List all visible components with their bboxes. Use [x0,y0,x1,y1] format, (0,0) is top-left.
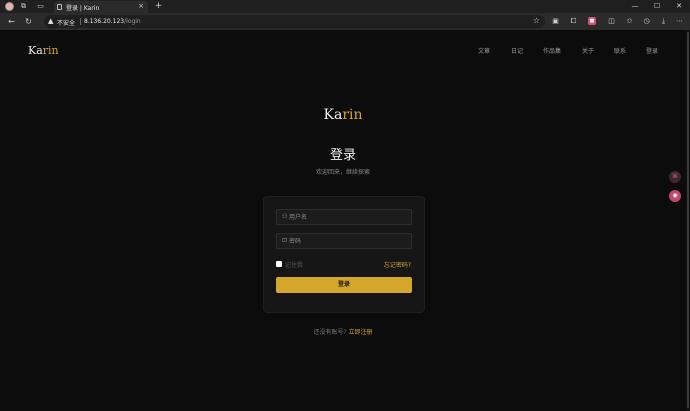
username-input[interactable] [289,210,409,224]
more-menu-icon[interactable]: ⋯ [674,16,685,27]
nav-item-diary[interactable]: 日记 [511,46,523,55]
divider [80,18,81,25]
browser-toolbar: ← ↻ ▲ 不安全 8.136.20.123/login ☆ ▣ ⧠ ■ ◫ ✩… [0,13,690,30]
page-content: Karin 文章 日记 作品集 关于 联系 登录 Karin 登录 欢迎回来，继… [0,30,686,411]
url-host: 8.136.20.123 [84,18,125,25]
page-subtitle: 欢迎回来，继续探索 [315,169,370,176]
scrollbar-thumb[interactable] [687,32,689,408]
password-field[interactable]: ⊡ [276,233,412,249]
password-input[interactable] [289,234,409,248]
nav-item-contact[interactable]: 联系 [614,46,626,55]
logo-text-main: Ka [323,107,343,123]
tab-login[interactable]: 登录 | Karin × [54,1,148,13]
collections-icon[interactable]: ⧉ [19,2,28,11]
username-field[interactable]: ⚇ [276,209,412,225]
url-path: /login [124,18,141,25]
split-screen-icon[interactable]: ◫ [606,16,617,27]
remember-label[interactable]: 记住我 [285,260,303,269]
forgot-password-link[interactable]: 忘记密码? [384,260,411,269]
downloads-icon[interactable]: ⤓ [658,16,669,27]
maximize-button[interactable]: ☐ [646,0,668,13]
tab-actions-icon[interactable]: ▭ [36,2,45,11]
nav-item-about[interactable]: 关于 [582,46,594,55]
page-scrollbar[interactable] [686,30,690,411]
url-text[interactable]: 8.136.20.123/login [84,18,141,25]
bookmark-star-icon[interactable]: ☆ [533,16,540,25]
warning-icon[interactable]: ▲ [48,17,53,26]
security-status[interactable]: 不安全 [57,18,75,27]
favorites-icon[interactable]: ✩ [624,16,635,27]
close-tab-icon[interactable]: × [138,2,144,11]
user-icon: ⚇ [282,213,288,220]
signup-text: 还没有账号? [313,329,347,336]
tab-title: 登录 | Karin [66,5,100,12]
remember-checkbox[interactable] [276,261,282,267]
new-tab-button[interactable]: + [154,2,163,11]
logo-text-accent: rin [42,44,59,57]
logo-text-main: Ka [28,44,43,57]
reload-icon[interactable]: ↻ [23,16,34,27]
page-icon [57,4,62,10]
lock-icon: ⊡ [282,237,288,244]
close-window-button[interactable]: ✕ [668,0,690,13]
extension-red-icon[interactable]: ■ [588,17,596,25]
tab-strip: ⧉ ▭ 登录 | Karin × + — ☐ ✕ [0,0,690,13]
extension-icon[interactable]: ▣ [550,16,561,27]
signup-link[interactable]: 立即注册 [349,329,373,336]
browser-window: ⧉ ▭ 登录 | Karin × + — ☐ ✕ ← ↻ ▲ 不安全 8.136… [0,0,690,411]
login-logo: Karin [0,107,686,123]
floating-avatar-icon[interactable]: ◉ [669,190,681,202]
history-icon[interactable]: ◷ [641,16,652,27]
nav-item-portfolio[interactable]: 作品集 [543,46,561,55]
page-title: 登录 [329,148,356,163]
site-logo[interactable]: Karin [28,44,59,57]
extension-puzzle-icon[interactable]: ⧠ [568,16,579,27]
floating-tool-icon[interactable]: ⌘ [669,171,681,183]
nav-item-articles[interactable]: 文章 [478,46,490,55]
signup-prompt: 还没有账号? 立即注册 [0,327,686,336]
address-bar[interactable]: ▲ 不安全 8.136.20.123/login ☆ [44,15,545,28]
logo-text-accent: rin [342,107,363,123]
profile-avatar[interactable] [5,2,14,11]
login-button[interactable]: 登录 [276,277,412,293]
nav-item-login[interactable]: 登录 [646,46,658,55]
back-arrow-icon[interactable]: ← [6,16,17,27]
login-card: ⚇ ⊡ 记住我 忘记密码? 登录 [263,196,425,313]
minimize-button[interactable]: — [624,0,646,13]
